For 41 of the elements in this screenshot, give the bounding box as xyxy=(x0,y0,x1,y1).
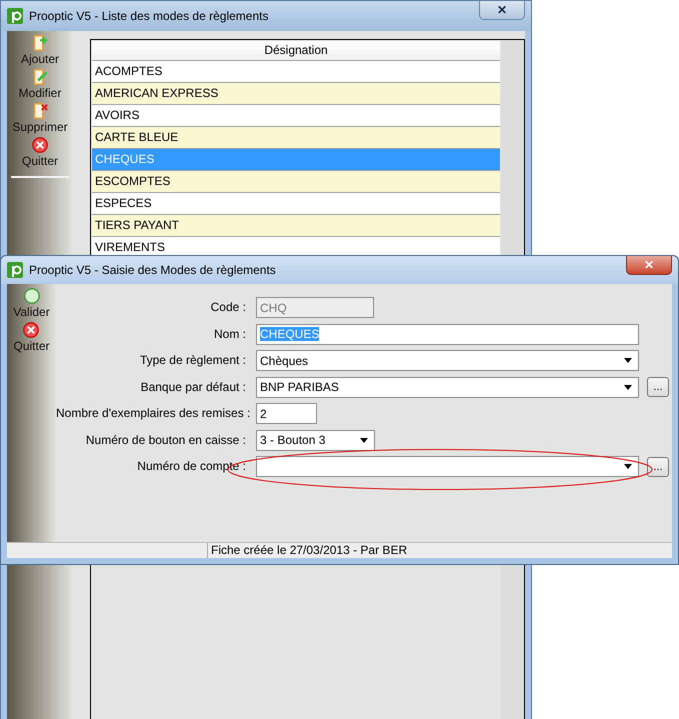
close-button[interactable]: ✕ xyxy=(479,1,525,20)
dropdown[interactable]: BNP PARIBAS xyxy=(256,376,639,398)
caret-icon xyxy=(624,464,632,469)
check-circle-icon xyxy=(22,287,40,305)
browse-button[interactable]: ... xyxy=(647,456,669,476)
table-row[interactable]: AMERICAN EXPRESS xyxy=(92,83,500,105)
close-icon xyxy=(30,136,49,154)
toolbar-button[interactable]: Supprimer xyxy=(12,102,68,134)
table-row[interactable]: ESCOMPTES xyxy=(92,171,500,193)
toolbar-button[interactable]: Quitter xyxy=(22,136,58,168)
field-label: Numéro de bouton en caisse : xyxy=(84,432,246,448)
window-title: Prooptic V5 - Liste des modes de règlements xyxy=(29,9,268,23)
dropdown[interactable] xyxy=(256,456,639,477)
table-row[interactable]: ACOMPTES xyxy=(92,61,500,83)
field-label: Code : xyxy=(210,300,246,315)
caret-icon xyxy=(624,384,632,390)
table-row[interactable]: ESPECES xyxy=(92,193,500,215)
app-logo-icon xyxy=(7,262,23,278)
toolbar-button[interactable]: Ajouter xyxy=(20,34,60,66)
status-text: Fiche créée le 27/03/2013 - Par BER xyxy=(210,543,408,558)
app-logo-icon xyxy=(7,8,23,24)
toolbar-button[interactable]: Modifier xyxy=(18,68,62,100)
add-icon xyxy=(31,34,49,52)
edit-icon xyxy=(31,68,49,86)
caret-icon xyxy=(624,358,632,363)
toolbar-button[interactable]: Quitter xyxy=(13,321,50,353)
close-icon xyxy=(22,321,40,339)
dropdown[interactable]: Chèques xyxy=(256,350,639,371)
column-header[interactable]: Désignation xyxy=(92,41,500,61)
table-row[interactable]: TIERS PAYANT xyxy=(92,215,500,237)
field-label: Banque par défaut : xyxy=(140,380,246,394)
browse-button[interactable]: ... xyxy=(647,377,669,397)
table-row[interactable]: AVOIRS xyxy=(92,105,500,127)
toolbar-button[interactable]: Valider xyxy=(13,287,50,319)
dropdown[interactable]: 3 - Bouton 3 xyxy=(256,430,375,450)
window-title: Prooptic V5 - Saisie des Modes de règlements xyxy=(29,263,276,277)
table-row[interactable]: CARTE BLEUE xyxy=(92,127,500,149)
field-label: Nom : xyxy=(212,326,246,342)
caret-icon xyxy=(360,438,368,442)
field-label: Type de règlement : xyxy=(138,353,246,368)
input-field[interactable]: 2 xyxy=(256,403,317,424)
